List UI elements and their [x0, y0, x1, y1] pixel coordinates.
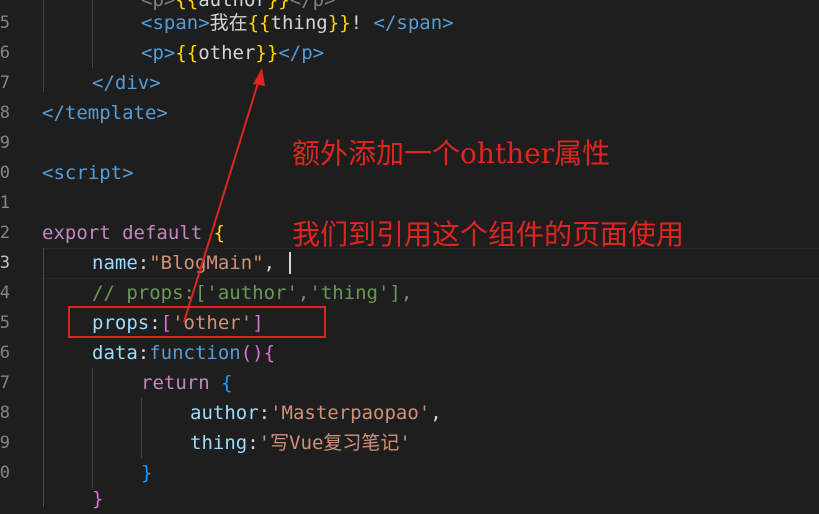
- tag-token: </p>: [278, 42, 325, 64]
- property-token: author: [190, 402, 259, 424]
- annotation-highlight-box: [68, 306, 326, 338]
- code-line-7: <script>: [42, 158, 134, 188]
- code-line-2: <span>我在{{thing}}! </span>: [141, 8, 454, 38]
- code-line-5: </template>: [42, 98, 168, 128]
- code-line-18: }: [92, 484, 103, 514]
- punctuation-token: :: [137, 342, 150, 364]
- code-line-16: thing:'写Vue复习笔记': [190, 428, 411, 458]
- interpolation-open: {{: [247, 12, 271, 34]
- code-content[interactable]: <p>{{author}}</p> <span>我在{{thing}}! </s…: [0, 0, 819, 510]
- text-cursor: [289, 252, 291, 274]
- tag-token: </span>: [373, 12, 454, 34]
- interpolation-open: {{: [175, 42, 199, 64]
- annotation-note-2: 我们到引用这个组件的页面使用: [292, 218, 685, 251]
- annotation-note-1: 额外添加一个ohther属性: [292, 137, 611, 170]
- property-token: data: [92, 342, 138, 364]
- punctuation-token: :: [247, 432, 259, 454]
- property-token: name: [92, 252, 138, 274]
- code-line-13: data:function(){: [92, 338, 275, 368]
- punctuation-token: ,: [430, 402, 442, 424]
- tag-token: </div>: [92, 72, 161, 94]
- brace-token: {: [263, 342, 276, 364]
- interpolation-var: thing: [270, 12, 328, 34]
- keyword-token: function: [149, 342, 241, 364]
- code-line-4: </div>: [92, 68, 161, 98]
- string-token: "BlogMain": [149, 252, 264, 274]
- comment-token: // props:['author','thing'],: [92, 282, 413, 304]
- code-line-14: return {: [141, 368, 233, 398]
- code-line-11: // props:['author','thing'],: [92, 278, 412, 308]
- string-token: '写Vue复习笔记': [258, 432, 411, 454]
- code-line-15: author:'Masterpaopao',: [190, 398, 442, 428]
- interpolation-close: }}: [255, 42, 279, 64]
- brace-token: {: [221, 372, 233, 394]
- code-line-10: name:"BlogMain",: [92, 248, 275, 278]
- punctuation-token: :: [137, 252, 150, 274]
- tag-token: <p>: [141, 42, 176, 64]
- property-token: thing: [190, 432, 248, 454]
- text-token: !: [350, 12, 374, 34]
- text-token: 我在: [209, 12, 248, 34]
- code-line-17: }: [141, 458, 152, 488]
- paren-token: (): [240, 342, 264, 364]
- tag-token: </template>: [42, 102, 168, 124]
- punctuation-token: ,: [263, 252, 276, 274]
- code-line-3: <p>{{other}}</p>: [141, 38, 324, 68]
- code-editor[interactable]: 5 6 7 8 9 0 1 2 3 4 5 6 7 8 9 0 <p>{{aut…: [0, 0, 819, 510]
- interpolation-close: }}: [327, 12, 351, 34]
- brace-token: {: [213, 222, 226, 244]
- punctuation-token: :: [258, 402, 271, 424]
- tag-token: <script>: [42, 162, 134, 184]
- string-token: 'Masterpaopao': [270, 402, 431, 424]
- tag-token: <span>: [141, 12, 210, 34]
- brace-token: }: [141, 462, 153, 484]
- interpolation-var: other: [198, 42, 256, 64]
- keyword-token: return: [141, 372, 210, 394]
- keyword-token: default: [122, 222, 203, 244]
- keyword-token: export: [42, 222, 111, 244]
- code-line-9: export default {: [42, 218, 225, 248]
